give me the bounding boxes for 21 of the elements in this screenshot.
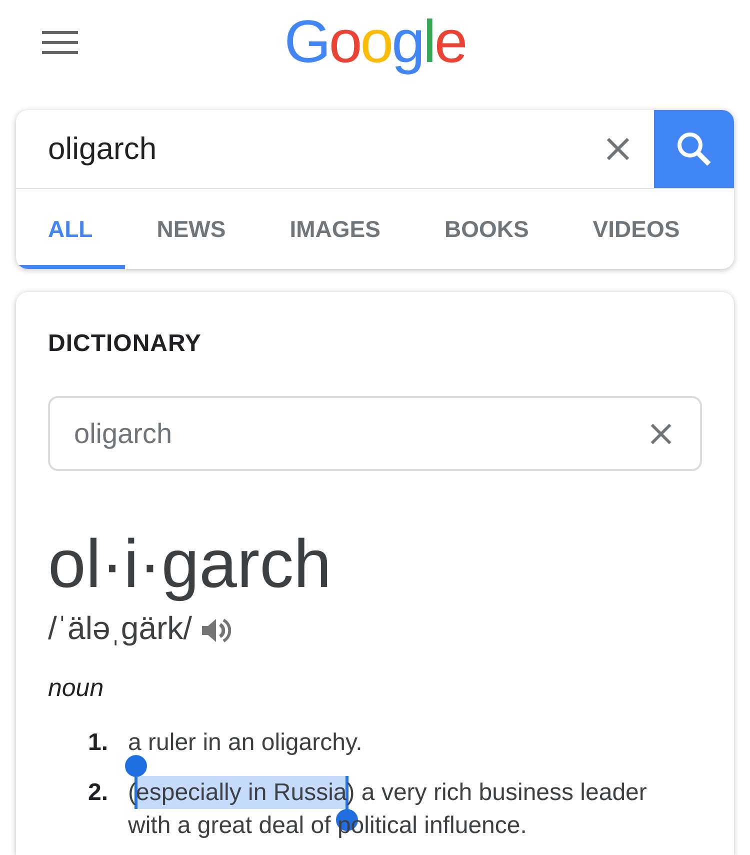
search-field[interactable]: oligarch [16, 110, 654, 188]
tab[interactable]: NEWS [124, 189, 258, 269]
definition-number: 2. [88, 778, 108, 808]
tab[interactable]: VIDEOS [560, 189, 712, 269]
site-logo[interactable]: Google [284, 12, 466, 72]
speaker-icon[interactable] [202, 618, 232, 642]
tab[interactable]: ALL [16, 189, 125, 269]
menu-icon[interactable] [42, 31, 78, 54]
part-of-speech: noun [48, 673, 105, 703]
search-icon [677, 132, 711, 166]
headword: ol·i·garch [48, 527, 332, 602]
search-field[interactable]: oligarch [48, 396, 702, 471]
close-icon[interactable] [606, 137, 630, 161]
definition-text: a ruler in an oligarchy. [128, 728, 364, 758]
tab[interactable]: IMAGES [258, 189, 412, 269]
pronunciation: /ˈäləˌgärk/ [48, 609, 192, 648]
card-title: DICTIONARY [48, 330, 202, 358]
definition-number: 1. [88, 728, 108, 758]
search-button[interactable] [654, 110, 734, 188]
tab[interactable]: BOOKS [412, 189, 561, 269]
close-icon[interactable] [650, 422, 672, 444]
